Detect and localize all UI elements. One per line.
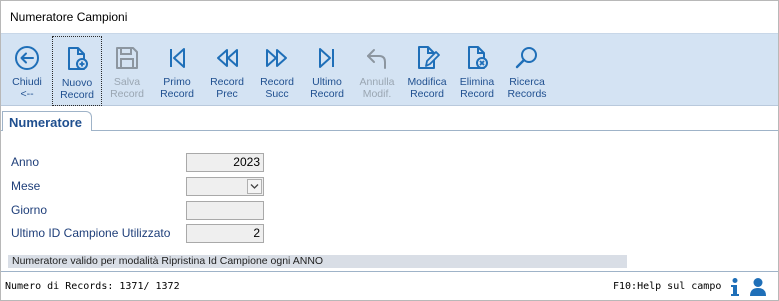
chevron-down-icon [250,184,259,189]
user-icon[interactable] [749,277,767,300]
first-record-icon [170,48,185,68]
save-icon [116,47,138,69]
edit-record-button-label: Modifica Record [407,76,447,100]
last-record-button[interactable]: Ultimo Record [302,36,352,106]
arrow-left-circle-icon [15,46,39,70]
close-button[interactable]: Chiudi <-- [2,36,52,106]
anno-label: Anno [11,155,40,169]
search-records-button-label: Ricerca Records [507,76,547,100]
delete-record-button[interactable]: Elimina Record [452,36,502,106]
next-record-icon [266,49,287,67]
delete-record-button-label: Elimina Record [459,76,495,100]
ultimo-id-label: Ultimo ID Campione Utilizzato [11,226,171,240]
delete-document-icon [468,46,488,69]
edit-record-button[interactable]: Modifica Record [402,36,452,106]
new-record-button-label: Nuovo Record [60,77,94,101]
status-bar: Numero di Records: 1371/ 1372 F10:Help s… [1,274,778,300]
info-message: Numeratore valido per modalità Ripristin… [8,255,627,268]
title-bar: Numeratore Campioni [1,1,778,33]
save-record-button[interactable]: Salva Record [102,36,152,106]
window: Numeratore Campioni Chiudi <-- Nuovo Rec… [0,0,779,301]
next-record-button[interactable]: Record Succ [252,36,302,106]
tab-numeratore[interactable]: Numeratore [2,111,92,132]
previous-record-icon [217,49,238,67]
last-record-button-label: Ultimo Record [310,76,344,100]
undo-icon [367,49,386,69]
first-record-button[interactable]: Primo Record [152,36,202,106]
next-record-button-label: Record Succ [260,76,294,100]
tab-strip: Numeratore [1,107,778,132]
undo-changes-button[interactable]: Annulla Modif. [352,36,402,106]
giorno-label: Giorno [11,203,48,217]
tab-numeratore-label: Numeratore [9,115,82,130]
window-title: Numeratore Campioni [10,10,128,24]
giorno-field[interactable] [186,201,264,220]
toolbar: Chiudi <-- Nuovo Record Salva Record Pri… [1,33,778,106]
info-icon[interactable] [728,277,742,300]
form-panel: Anno 2023 Mese Giorno Ultimo ID Campione… [1,131,778,272]
previous-record-button-label: Record Prec [210,76,244,100]
anno-field[interactable]: 2023 [186,153,264,172]
help-hint: F10:Help sul campo [613,281,722,292]
last-record-icon [319,48,334,68]
search-icon [515,47,537,69]
records-count: Numero di Records: 1371/ 1372 [5,281,180,292]
new-record-button[interactable]: Nuovo Record [52,36,102,106]
undo-changes-button-label: Annulla Modif. [359,76,395,100]
previous-record-button[interactable]: Record Prec [202,36,252,106]
new-document-icon [68,47,88,70]
mese-label: Mese [11,179,41,193]
close-button-label: Chiudi <-- [12,76,42,100]
mese-select[interactable] [186,177,264,196]
search-records-button[interactable]: Ricerca Records [502,36,552,106]
edit-document-icon [418,46,440,69]
first-record-button-label: Primo Record [160,76,194,100]
mese-dropdown-button[interactable] [247,179,262,194]
save-record-button-label: Salva Record [110,76,144,100]
ultimo-id-field[interactable]: 2 [186,224,264,243]
